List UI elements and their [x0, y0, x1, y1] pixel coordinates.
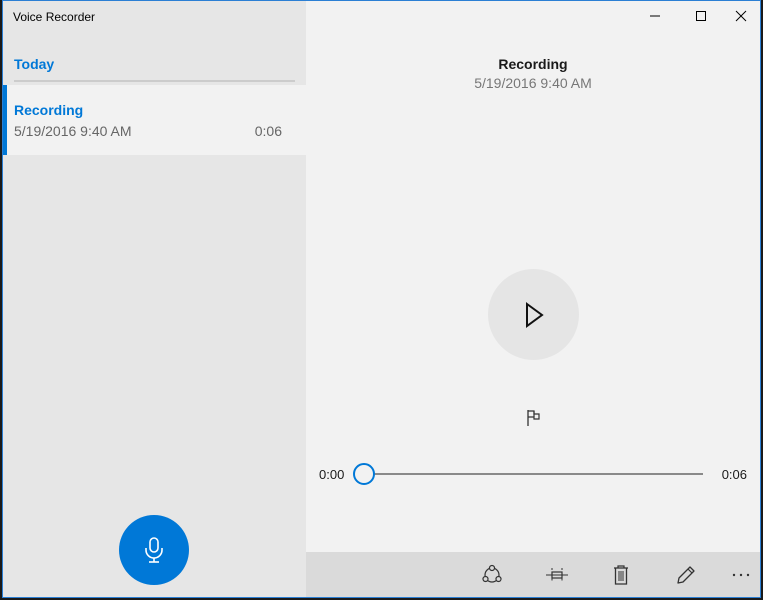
detail-pane: Recording 5/19/2016 9:40 AM 0:00 0:06 — [306, 1, 760, 597]
recording-date: 5/19/2016 9:40 AM — [14, 123, 132, 139]
trash-icon — [614, 565, 628, 585]
close-button[interactable] — [718, 1, 763, 31]
sidebar: Voice Recorder Today Recording 5/19/2016… — [3, 1, 306, 597]
group-header-today: Today — [14, 56, 55, 72]
recording-list-item[interactable]: Recording 5/19/2016 9:40 AM 0:06 — [3, 85, 306, 155]
app-title: Voice Recorder — [13, 10, 96, 24]
minimize-icon — [650, 15, 660, 17]
selection-indicator — [3, 85, 7, 155]
current-time: 0:00 — [319, 467, 345, 482]
play-icon — [525, 301, 544, 328]
recording-duration: 0:06 — [254, 123, 282, 139]
pencil-icon — [677, 566, 695, 584]
share-icon — [482, 564, 502, 583]
group-divider — [14, 80, 295, 82]
share-button[interactable] — [477, 560, 507, 590]
total-time: 0:06 — [721, 467, 747, 482]
play-button[interactable] — [488, 269, 579, 360]
minimize-button[interactable] — [632, 1, 678, 31]
record-button[interactable] — [119, 515, 189, 585]
more-icon — [732, 573, 750, 577]
add-marker-button[interactable] — [524, 406, 544, 430]
trim-button[interactable] — [542, 560, 572, 590]
detail-title: Recording — [498, 56, 568, 72]
playback-slider-thumb[interactable] — [353, 463, 375, 485]
voice-recorder-window: Voice Recorder Today Recording 5/19/2016… — [2, 0, 761, 598]
detail-date: 5/19/2016 9:40 AM — [474, 75, 592, 91]
recording-name: Recording — [14, 102, 84, 118]
close-icon — [735, 10, 747, 22]
trim-icon — [546, 568, 568, 582]
microphone-icon — [145, 537, 163, 563]
maximize-icon — [696, 11, 706, 21]
rename-button[interactable] — [671, 560, 701, 590]
delete-button[interactable] — [606, 560, 636, 590]
playback-slider-track[interactable] — [366, 473, 703, 475]
more-button[interactable] — [726, 560, 756, 590]
command-bar — [306, 552, 760, 597]
flag-icon — [527, 410, 540, 426]
